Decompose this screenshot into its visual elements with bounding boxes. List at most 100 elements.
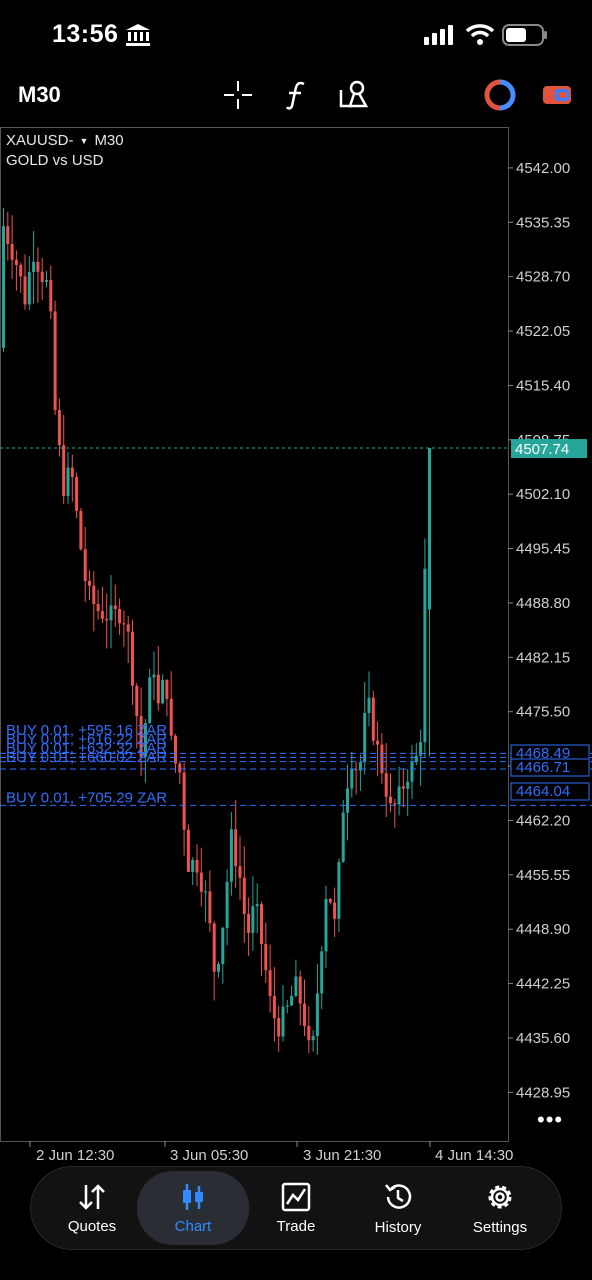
candle-body (341, 812, 345, 862)
tab-history-label: History (374, 1218, 422, 1236)
candle-body (62, 445, 66, 497)
y-tick-label: 4488.80 (516, 595, 570, 612)
y-tick-label: 4442.25 (516, 976, 570, 993)
candle-body (255, 904, 259, 907)
tab-chart-label: Chart (174, 1217, 212, 1235)
candle-body (290, 995, 294, 1006)
candle-body (410, 762, 414, 782)
candle-body (397, 786, 401, 805)
y-tick-label: 4462.20 (516, 812, 570, 829)
candle-body (303, 1003, 306, 1027)
x-tick-label: 4 Jun 14:30 (435, 1147, 513, 1164)
indicators-icon[interactable] (279, 78, 313, 112)
candle-body (165, 679, 169, 699)
candle-body (156, 674, 160, 704)
candle-body (19, 264, 23, 277)
price-chart[interactable]: 4542.004535.354528.704522.054515.404508.… (0, 127, 592, 1167)
chart-border (0, 127, 509, 1142)
candle-body (251, 906, 255, 933)
candle-body (14, 259, 18, 265)
candle-body (83, 549, 87, 581)
candle-body (186, 829, 190, 872)
wifi-icon (465, 24, 495, 45)
chevron-down-icon: ▼ (79, 136, 89, 147)
candle-body (324, 898, 328, 952)
candle-body (268, 970, 272, 997)
candle-body (367, 697, 371, 713)
candle-body (212, 923, 216, 972)
candle-body (36, 261, 40, 272)
candle-body (281, 1006, 285, 1037)
candle-body (229, 829, 233, 882)
chart-canvas[interactable]: 4542.004535.354528.704522.054515.404508.… (0, 127, 592, 1167)
crosshair-icon[interactable] (221, 78, 255, 112)
y-tick-label: 4435.60 (516, 1030, 570, 1047)
candle-body (247, 913, 251, 933)
bank-icon (126, 24, 150, 46)
tab-trade-label: Trade (276, 1217, 316, 1235)
x-tick-label: 2 Jun 12:30 (36, 1147, 114, 1164)
candle-body (428, 448, 431, 610)
settings-icon (488, 1185, 512, 1208)
candle-body (169, 698, 173, 736)
candle-body (45, 280, 48, 282)
y-tick-label: 4482.15 (516, 649, 570, 666)
cellular-signal-icon (424, 25, 453, 45)
candle-body (337, 861, 341, 919)
symbol-title[interactable]: XAUUSD- ▼ M30 (6, 132, 124, 149)
tab-trade[interactable]: Trade (245, 1167, 347, 1249)
candle-body (264, 943, 268, 971)
position-label: BUY 0.01, +660.02 ZAR (6, 749, 167, 766)
candle-body (109, 605, 113, 621)
candle-body (234, 829, 238, 867)
one-click-trading-icon[interactable] (540, 78, 574, 112)
tab-settings[interactable]: Settings (449, 1167, 551, 1249)
objects-icon[interactable] (336, 78, 370, 112)
candle-body (126, 624, 130, 632)
candle-body (135, 685, 139, 717)
tab-history[interactable]: History (347, 1167, 449, 1249)
position-price-label: 4464.04 (516, 783, 570, 800)
candle-body (131, 631, 134, 686)
tab-quotes[interactable]: Quotes (41, 1167, 143, 1249)
candle-body (401, 786, 405, 789)
tab-quotes-label: Quotes (67, 1217, 117, 1235)
y-tick-label: 4428.95 (516, 1084, 570, 1101)
y-tick-label: 4495.45 (516, 541, 570, 558)
candle-body (178, 763, 182, 773)
candle-body (88, 580, 91, 586)
candle-body (152, 674, 156, 678)
candle-body (105, 618, 109, 621)
y-tick-label: 4535.35 (516, 214, 570, 231)
candle-body (70, 467, 74, 477)
position-label: BUY 0.01, +705.29 ZAR (6, 789, 167, 806)
bottom-tab-bar: Quotes Chart Trade History Settings (30, 1166, 562, 1250)
candle-body (208, 891, 212, 924)
candle-body (199, 872, 203, 892)
candle-body (118, 609, 122, 624)
candle-body (49, 280, 53, 312)
candle-body (376, 740, 380, 745)
candle-body (32, 261, 36, 273)
candle-body (320, 951, 324, 994)
y-tick-label: 4448.90 (516, 921, 570, 938)
candle-body (307, 1026, 311, 1041)
timeframe-selector[interactable]: M30 (18, 82, 61, 108)
candle-body (23, 276, 27, 305)
candle-body (161, 679, 165, 704)
candle-body (260, 904, 263, 944)
battery-icon (502, 24, 547, 46)
candle-body (277, 1018, 281, 1037)
tab-chart[interactable]: Chart (137, 1171, 249, 1245)
candle-body (96, 604, 100, 612)
y-tick-label: 4528.70 (516, 269, 570, 286)
candle-body (75, 476, 79, 511)
signals-icon[interactable] (483, 78, 517, 112)
candle-body (298, 976, 302, 1004)
more-options-icon[interactable]: ••• (537, 1107, 563, 1133)
candle-body (311, 1035, 315, 1041)
candle-body (6, 226, 10, 244)
status-bar: 13:56 (0, 0, 592, 70)
trade-icon (281, 1182, 311, 1211)
tab-settings-label: Settings (472, 1218, 528, 1236)
